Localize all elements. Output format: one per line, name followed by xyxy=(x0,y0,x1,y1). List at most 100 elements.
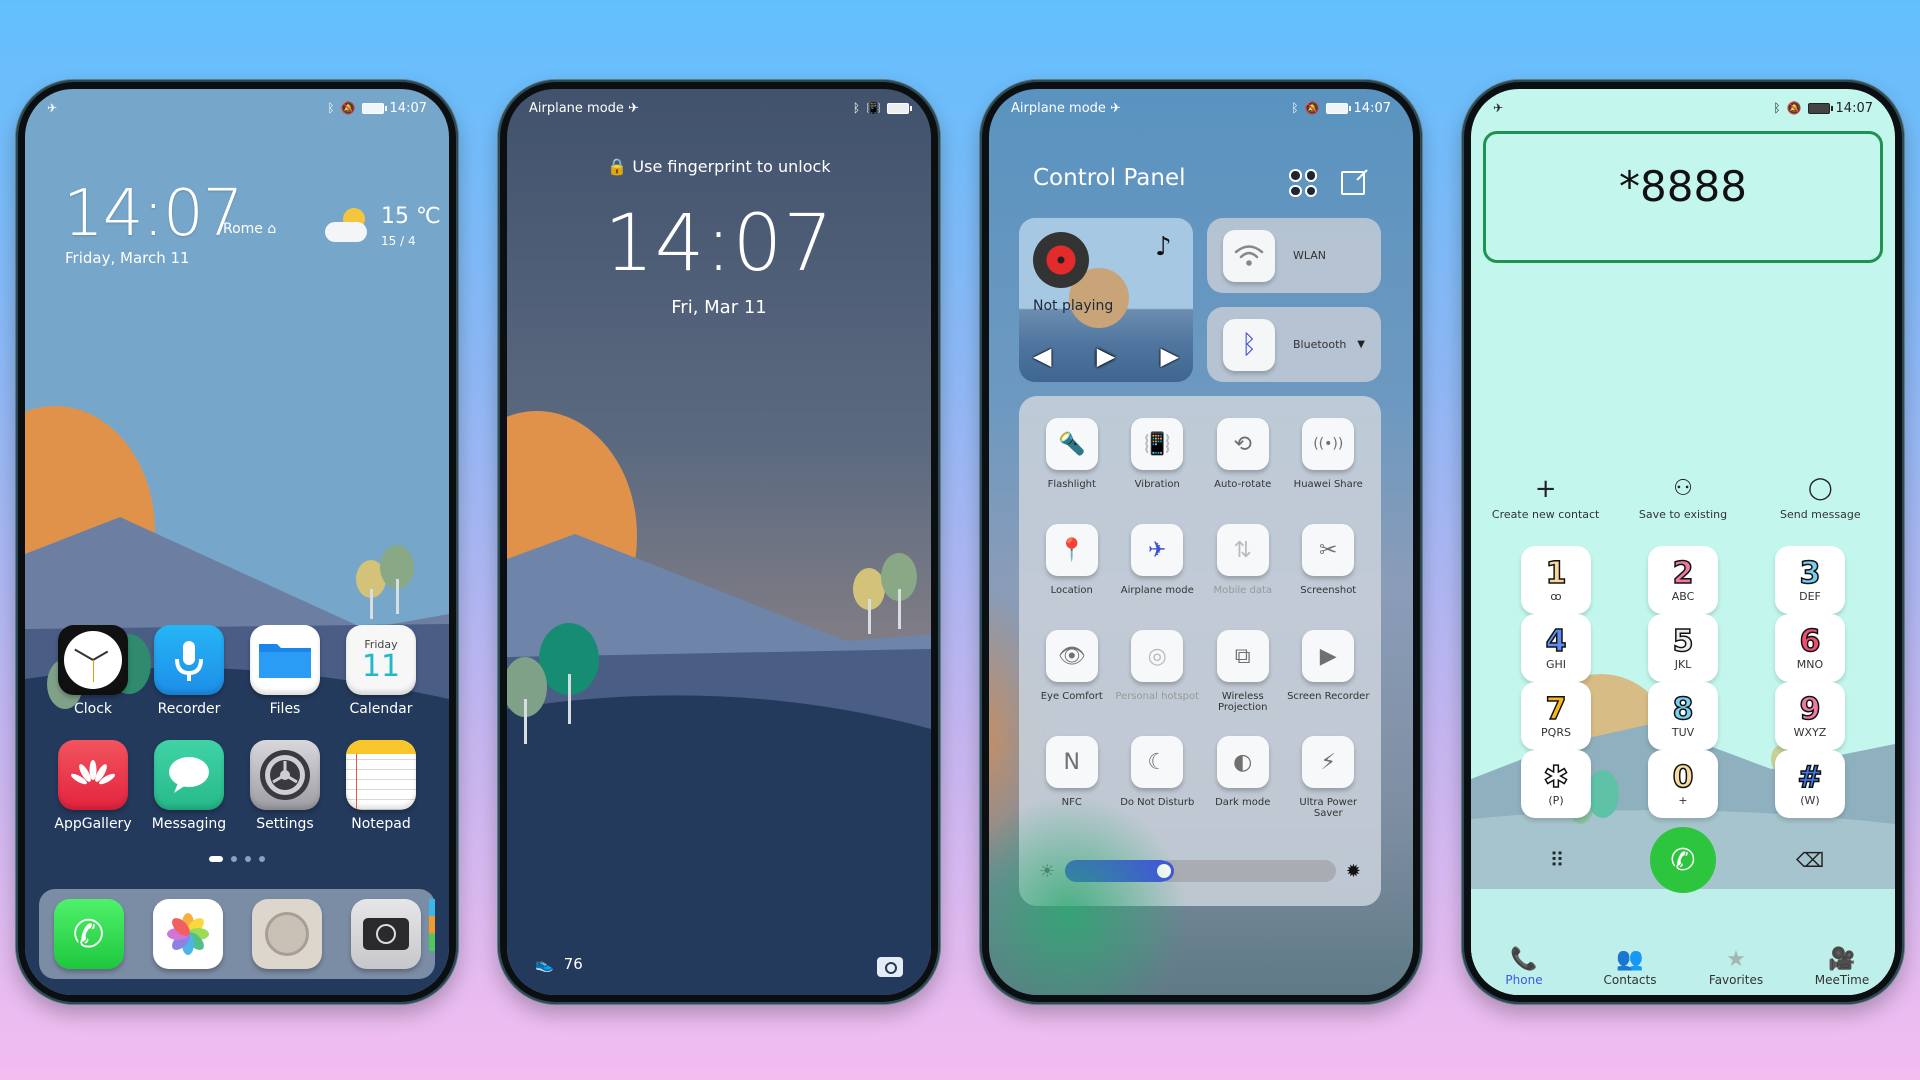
clock-widget-time[interactable]: 14:07 xyxy=(63,177,243,251)
key-4[interactable]: 4 GHI xyxy=(1521,614,1591,682)
app-notepad[interactable]: Notepad xyxy=(333,740,429,832)
key-star[interactable]: ✱ (P) xyxy=(1521,750,1591,818)
bluetooth-icon: ᛒ xyxy=(852,101,861,115)
key-8[interactable]: 8 TUV xyxy=(1648,682,1718,750)
brightness-knob[interactable] xyxy=(1153,861,1174,881)
previous-button[interactable]: ◀ xyxy=(1033,344,1051,368)
tile-screenshot[interactable]: ✂ Screenshot xyxy=(1286,524,1372,616)
edit-icon[interactable] xyxy=(1341,171,1365,195)
tab-meetime[interactable]: 🎥 MeeTime xyxy=(1797,947,1887,987)
send-message-button[interactable]: ◯ Send message xyxy=(1755,474,1885,521)
phone-home-screen: ✈ ᛒ 🔕 14:07 14:07 Rome ⌂ Friday, March 1… xyxy=(16,80,458,1004)
app-messaging[interactable]: Messaging xyxy=(141,740,237,832)
mute-icon: 🔕 xyxy=(1304,101,1320,115)
app-recorder[interactable]: Recorder xyxy=(141,625,237,717)
tab-phone[interactable]: 📞 Phone xyxy=(1479,947,1569,987)
page-dot-3[interactable] xyxy=(245,856,251,862)
contacts-icon: 👥 xyxy=(1616,947,1644,972)
save-to-existing-button[interactable]: ⚇ Save to existing xyxy=(1618,474,1748,521)
key-letters: + xyxy=(1678,793,1688,807)
key-1[interactable]: 1ꝏ xyxy=(1521,546,1591,614)
tile-label: Screen Recorder xyxy=(1287,691,1370,702)
key-letters: GHI xyxy=(1545,657,1567,671)
dock-contacts[interactable] xyxy=(251,899,435,969)
status-bar: Airplane mode ✈ ᛒ 🔕 14:07 xyxy=(1011,97,1391,119)
dialed-number-display[interactable]: *8888 xyxy=(1483,131,1883,263)
vibrate-icon: 📳 xyxy=(866,101,881,115)
key-2[interactable]: 2 ABC xyxy=(1648,546,1718,614)
tile-mobile-data[interactable]: ⇅ Mobile data xyxy=(1200,524,1286,616)
tile-flashlight[interactable]: 🔦 Flashlight xyxy=(1029,418,1115,510)
key-letters: (P) xyxy=(1548,793,1564,807)
app-settings[interactable]: Settings xyxy=(237,740,333,832)
app-appgallery[interactable]: AppGallery xyxy=(45,740,141,832)
wlan-toggle[interactable]: WLAN xyxy=(1207,218,1381,293)
airplane-mode-label: Airplane mode xyxy=(1011,100,1106,116)
key-3[interactable]: 3 DEF xyxy=(1775,546,1845,614)
location-icon: 📍 xyxy=(1045,524,1098,576)
tile-nfc[interactable]: N NFC xyxy=(1029,736,1115,828)
backspace-icon[interactable]: ⌫ xyxy=(1775,848,1845,872)
phone-dialer: ✈ ᛒ 🔕 14:07 *8888 + Create new contact ⚇… xyxy=(1462,80,1904,1004)
key-digit: 4 xyxy=(1545,623,1567,659)
call-button[interactable]: ✆ xyxy=(1650,827,1716,893)
home-icon: ⌂ xyxy=(267,221,277,237)
key-9[interactable]: 9 WXYZ xyxy=(1775,682,1845,750)
clock-widget-date: Friday, March 11 xyxy=(65,249,190,267)
page-dot-1[interactable] xyxy=(209,856,223,862)
bottom-tab-bar: 📞 Phone 👥 Contacts ★ Favorites 🎥 MeeTime xyxy=(1471,947,1895,987)
dock-phone[interactable]: ✆ xyxy=(53,899,124,969)
tab-favorites[interactable]: ★ Favorites xyxy=(1691,947,1781,987)
page-dot-2[interactable] xyxy=(231,856,237,862)
app-grid-row-1: Clock Recorder Files Friday 11 Calendar xyxy=(45,625,429,717)
tile-personal-hotspot[interactable]: ◎ Personal hotspot xyxy=(1115,630,1201,722)
tile-airplane-mode[interactable]: ✈ Airplane mode xyxy=(1115,524,1201,616)
media-card[interactable]: ♪ Not playing ◀ ▶ ▶ xyxy=(1019,218,1193,382)
music-note-icon: ♪ xyxy=(1155,232,1172,262)
tile-do-not-disturb[interactable]: ☾ Do Not Disturb xyxy=(1115,736,1201,828)
tab-contacts[interactable]: 👥 Contacts xyxy=(1585,947,1675,987)
play-button[interactable]: ▶ xyxy=(1097,344,1115,368)
tile-auto-rotate[interactable]: ⟲ Auto-rotate xyxy=(1200,418,1286,510)
key-0[interactable]: 0 + xyxy=(1648,750,1718,818)
key-hash[interactable]: # (W) xyxy=(1775,750,1845,818)
bluetooth-icon: ᛒ xyxy=(327,101,335,115)
vibration-icon: 📳 xyxy=(1131,418,1184,470)
chevron-down-icon[interactable]: ▼ xyxy=(1357,339,1365,350)
switch-layout-icon[interactable] xyxy=(1289,169,1317,197)
tile-wireless-projection[interactable]: ⧉ Wireless Projection xyxy=(1200,630,1286,722)
dock-camera[interactable] xyxy=(350,899,421,969)
notepad-icon xyxy=(346,740,416,810)
keypad: 1 ꝏ 2 ABC 3 DEF 4 GHI 5 JKL 6 MNO 7 PQRS 8 TUV 9 WXYZ ✱ (P)… xyxy=(1521,546,1845,818)
mobile-data-icon: ⇅ xyxy=(1216,524,1269,576)
key-6[interactable]: 6 MNO xyxy=(1775,614,1845,682)
tile-label: Flashlight xyxy=(1047,479,1096,490)
camera-shortcut-icon[interactable] xyxy=(877,957,903,977)
battery-icon xyxy=(1807,102,1833,114)
weather-range: 15 / 4 xyxy=(381,234,416,248)
tile-ultra-power-saver[interactable]: ⚡ Ultra Power Saver xyxy=(1286,736,1372,828)
tile-dark-mode[interactable]: ◐ Dark mode xyxy=(1200,736,1286,828)
tile-screen-recorder[interactable]: ▶ Screen Recorder xyxy=(1286,630,1372,722)
app-label: AppGallery xyxy=(54,816,132,832)
step-counter[interactable]: 👟 76 xyxy=(535,955,583,973)
create-new-contact-button[interactable]: + Create new contact xyxy=(1481,474,1611,521)
key-digit: ✱ xyxy=(1543,759,1570,795)
app-clock[interactable]: Clock xyxy=(45,625,141,717)
app-files[interactable]: Files xyxy=(237,625,333,717)
tile-huawei-share[interactable]: ((•)) Huawei Share xyxy=(1286,418,1372,510)
dock-gallery[interactable] xyxy=(152,899,223,969)
app-calendar[interactable]: Friday 11 Calendar xyxy=(333,625,429,717)
key-7[interactable]: 7 PQRS xyxy=(1521,682,1591,750)
dialpad-toggle-icon[interactable]: ⠿ xyxy=(1521,848,1591,872)
brightness-slider[interactable] xyxy=(1065,860,1336,882)
page-dot-4[interactable] xyxy=(259,856,265,862)
key-digit: # xyxy=(1797,759,1824,795)
key-5[interactable]: 5 JKL xyxy=(1648,614,1718,682)
tile-eye-comfort[interactable]: 👁 Eye Comfort xyxy=(1029,630,1115,722)
page-indicator[interactable] xyxy=(25,856,449,862)
bluetooth-toggle[interactable]: ᛒ Bluetooth ▼ xyxy=(1207,307,1381,382)
tile-vibration[interactable]: 📳 Vibration xyxy=(1115,418,1201,510)
tile-location[interactable]: 📍 Location xyxy=(1029,524,1115,616)
next-button[interactable]: ▶ xyxy=(1161,344,1179,368)
